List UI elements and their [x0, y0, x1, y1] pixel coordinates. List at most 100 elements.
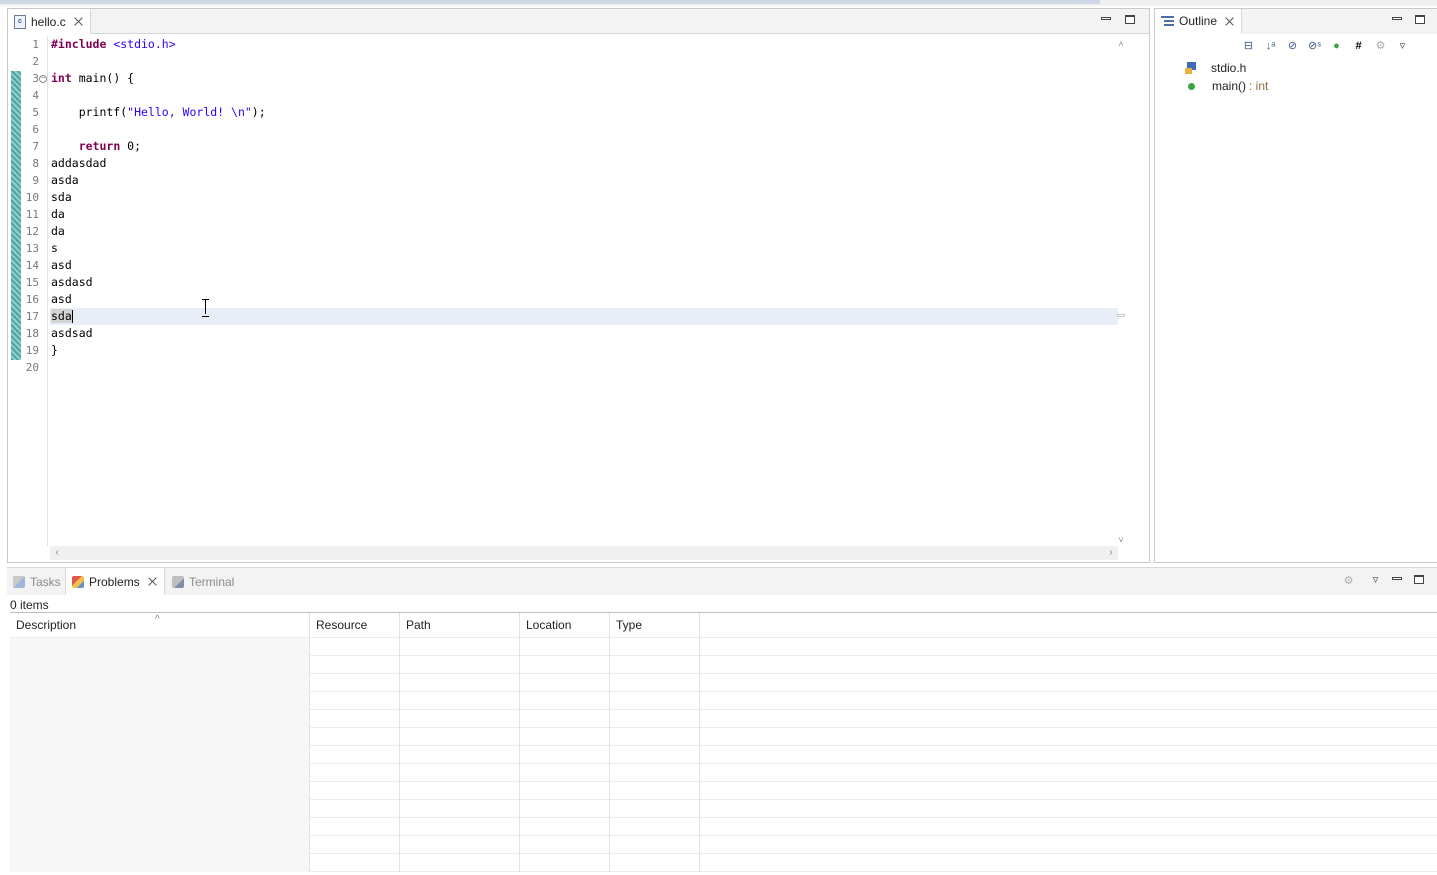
sort-indicator: ^ [155, 614, 160, 625]
table-cell [310, 854, 400, 872]
line-number: 9 [32, 174, 39, 187]
view-menu-icon[interactable]: ▿ [1368, 573, 1383, 588]
current-code-line[interactable]: sda [50, 308, 1118, 325]
code-line[interactable]: sda [50, 189, 1118, 206]
maximize-icon[interactable] [1415, 15, 1425, 24]
table-cell [610, 656, 700, 674]
editor-tab-hello-c[interactable]: c hello.c [8, 9, 91, 34]
line-number: 7 [32, 140, 39, 153]
table-cell [700, 692, 1437, 710]
line-number: 5 [32, 106, 39, 119]
table-header: Description ^ Resource Path Location Type [10, 613, 1437, 638]
code-line[interactable]: da [50, 206, 1118, 223]
table-body [10, 638, 1437, 872]
table-cell [520, 782, 610, 800]
tab-tasks[interactable]: Tasks [7, 568, 67, 595]
maximize-icon[interactable] [1414, 575, 1424, 584]
code-line[interactable]: #include <stdio.h> [50, 36, 1118, 53]
column-location[interactable]: Location [520, 613, 610, 638]
code-line[interactable]: return 0; [50, 138, 1118, 155]
code-line[interactable] [50, 53, 1118, 70]
table-cell [520, 710, 610, 728]
tab-terminal[interactable]: Terminal [166, 568, 240, 595]
items-count: 0 items [10, 598, 49, 612]
close-icon[interactable] [1224, 16, 1235, 27]
outline-item-include[interactable]: stdio.h [1185, 59, 1268, 77]
table-cell [520, 836, 610, 854]
code-text: printf( [51, 105, 128, 119]
table-row [10, 800, 1437, 818]
tab-problems[interactable]: Problems [65, 568, 165, 595]
table-row [10, 728, 1437, 746]
table-cell [610, 638, 700, 656]
editor-vertical-scrollbar[interactable]: ˄ ˅ [1115, 37, 1127, 547]
table-cell [610, 674, 700, 692]
table-cell [400, 782, 520, 800]
line-number: 15 [25, 276, 39, 289]
code-line[interactable]: int main() { [50, 70, 1118, 87]
table-cell [10, 710, 310, 728]
top-scrollbar[interactable] [0, 0, 1437, 6]
minimize-icon[interactable] [1392, 17, 1402, 20]
code-line[interactable]: asd [50, 291, 1118, 308]
code-line[interactable]: da [50, 223, 1118, 240]
column-description[interactable]: Description ^ [10, 613, 310, 638]
table-row [10, 638, 1437, 656]
outline-item-function[interactable]: main() : int [1185, 77, 1268, 95]
code-line[interactable]: s [50, 240, 1118, 257]
code-line[interactable]: asdasd [50, 274, 1118, 291]
hide-fields-icon[interactable]: ⊘ [1285, 39, 1300, 54]
table-cell [10, 818, 310, 836]
maximize-icon[interactable] [1125, 15, 1135, 24]
table-cell [610, 764, 700, 782]
scroll-left-icon[interactable]: ‹ [52, 547, 62, 559]
line-number: 4 [32, 89, 39, 102]
table-row [10, 656, 1437, 674]
table-cell [520, 854, 610, 872]
close-icon[interactable] [73, 16, 84, 27]
table-cell [520, 728, 610, 746]
link-with-editor-icon[interactable]: ⚙ [1373, 39, 1388, 54]
code-line[interactable]: addasdad [50, 155, 1118, 172]
top-scrollbar-thumb[interactable] [0, 0, 1100, 4]
code-line[interactable]: printf("Hello, World! \n"); [50, 104, 1118, 121]
code-text-area[interactable]: #include <stdio.h> int main() { printf("… [50, 36, 1118, 546]
scroll-down-icon[interactable]: ˅ [1116, 535, 1126, 545]
minimize-icon[interactable] [1101, 17, 1111, 20]
table-cell [310, 836, 400, 854]
column-type[interactable]: Type [610, 613, 700, 638]
table-cell [610, 800, 700, 818]
view-menu-icon[interactable]: ▿ [1395, 39, 1410, 54]
scroll-up-icon[interactable]: ˄ [1116, 39, 1126, 49]
hide-non-public-icon[interactable]: ● [1329, 39, 1344, 54]
table-cell [400, 710, 520, 728]
table-cell [10, 692, 310, 710]
configure-icon[interactable]: ⚙ [1341, 574, 1356, 589]
line-number: 2 [32, 55, 39, 68]
editor-horizontal-scrollbar[interactable]: ‹ › [50, 546, 1118, 560]
code-line[interactable] [50, 87, 1118, 104]
table-cell [10, 656, 310, 674]
scroll-right-icon[interactable]: › [1106, 547, 1116, 559]
code-line[interactable]: asda [50, 172, 1118, 189]
sort-icon[interactable]: ↓ᵃ [1263, 39, 1278, 54]
code-line[interactable] [50, 121, 1118, 138]
line-number: 13 [25, 242, 39, 255]
line-number: 16 [25, 293, 39, 306]
code-line[interactable] [50, 359, 1118, 376]
code-text: ); [251, 105, 266, 119]
close-icon[interactable] [147, 576, 158, 587]
hide-static-icon[interactable]: ⊘ˢ [1307, 39, 1322, 54]
problems-icon [72, 575, 84, 588]
column-resource[interactable]: Resource [310, 613, 400, 638]
keyword-int: int [51, 71, 72, 85]
outline-tab[interactable]: Outline [1155, 9, 1243, 34]
collapse-all-icon[interactable]: ⊟ [1241, 39, 1256, 54]
fold-toggle-icon[interactable]: − [39, 75, 47, 83]
minimize-icon[interactable] [1392, 577, 1402, 580]
code-line[interactable]: } [50, 342, 1118, 359]
code-line[interactable]: asd [50, 257, 1118, 274]
column-path[interactable]: Path [400, 613, 520, 638]
code-line[interactable]: asdsad [50, 325, 1118, 342]
hide-macros-icon[interactable]: # [1351, 39, 1366, 54]
